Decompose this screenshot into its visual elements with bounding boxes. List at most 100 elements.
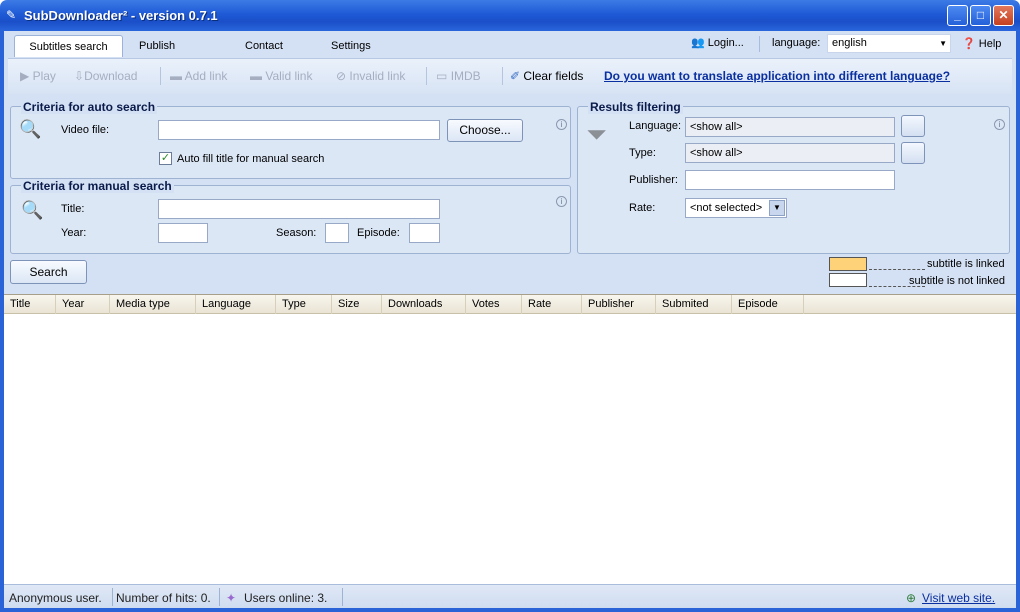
season-input[interactable]	[325, 223, 349, 243]
filter-language-button[interactable]	[901, 115, 925, 137]
eraser-icon: ✐	[510, 69, 521, 83]
toolbar-separator	[426, 67, 427, 85]
help-button[interactable]: ❓ Help	[962, 37, 1001, 50]
column-votes[interactable]: Votes	[466, 295, 522, 314]
valid-link-button[interactable]: ▬ Valid link	[250, 69, 312, 83]
invalid-link-label: Invalid link	[349, 69, 406, 83]
title-label: Title:	[61, 203, 85, 215]
help-icon: ❓	[962, 38, 976, 50]
filter-rate-select[interactable]: <not selected> ▼	[685, 198, 787, 218]
results-grid-body[interactable]	[4, 314, 1016, 584]
tab-subtitles-search[interactable]: Subtitles search	[14, 35, 123, 57]
download-button[interactable]: ⇩Download	[74, 69, 137, 83]
imdb-button[interactable]: ▭ IMDB	[436, 69, 481, 83]
info-icon[interactable]: i	[994, 119, 1005, 130]
imdb-icon: ▭	[436, 69, 448, 83]
imdb-label: IMDB	[450, 69, 481, 83]
window-title: SubDownloader² - version 0.7.1	[24, 8, 218, 23]
filter-publisher-input[interactable]	[685, 170, 895, 190]
info-icon[interactable]: i	[556, 119, 567, 130]
autofill-label: Auto fill title for manual search	[177, 153, 325, 165]
help-label: Help	[978, 38, 1002, 50]
column-title[interactable]: Title	[4, 295, 56, 314]
users-online-icon: ✦	[226, 591, 237, 605]
column-language[interactable]: Language	[196, 295, 276, 314]
linked-dash	[869, 269, 925, 270]
year-input[interactable]	[158, 223, 208, 243]
autofill-checkbox[interactable]: ✓	[159, 152, 172, 165]
user-icon: 👥	[691, 37, 705, 49]
filter-type-label: Type:	[629, 147, 656, 159]
not-linked-legend-label: subtitle is not linked	[909, 275, 1005, 287]
column-submited[interactable]: Submited	[656, 295, 732, 314]
filter-icon: ⏷	[586, 119, 607, 149]
tab-publish-subtitle[interactable]: Publish subtitle	[131, 35, 183, 74]
column-type[interactable]: Type	[276, 295, 332, 314]
results-filtering-panel: Results filtering ⏷ Language: <show all>…	[577, 100, 1010, 254]
visit-website-link[interactable]: Visit web site.	[922, 591, 995, 605]
download-icon: ⇩	[74, 69, 85, 83]
search-text-icon: 🔍	[21, 200, 44, 220]
minimize-button[interactable]: _	[947, 5, 968, 26]
chevron-down-icon: ▼	[939, 39, 947, 48]
login-label: Login...	[707, 37, 744, 49]
status-separator	[112, 588, 113, 606]
play-button[interactable]: ▶ Play	[20, 69, 56, 83]
add-link-button[interactable]: ▬ Add link	[170, 69, 227, 83]
filter-language-label: Language:	[629, 120, 681, 132]
tab-settings[interactable]: Settings	[323, 35, 379, 57]
add-link-label: Add link	[184, 69, 228, 83]
login-button[interactable]: 👥 Login...	[691, 36, 744, 49]
column-size[interactable]: Size	[332, 295, 382, 314]
invalid-link-button[interactable]: ⊘ Invalid link	[336, 69, 405, 83]
filter-language-field[interactable]: <show all>	[685, 117, 895, 137]
valid-link-label: Valid link	[265, 69, 313, 83]
header-separator	[759, 36, 760, 52]
manual-search-legend: Criteria for manual search	[21, 179, 174, 193]
not-linked-swatch	[829, 273, 867, 287]
column-rate[interactable]: Rate	[522, 295, 582, 314]
valid-link-icon: ▬	[250, 69, 262, 83]
season-label: Season:	[276, 227, 317, 239]
download-label: Download	[84, 69, 138, 83]
title-bar: ✎ SubDownloader² - version 0.7.1 _ □ ✕	[0, 0, 1020, 31]
tab-contact-us[interactable]: Contact Us	[237, 35, 291, 74]
episode-input[interactable]	[409, 223, 440, 243]
column-media-type[interactable]: Media type	[110, 295, 196, 314]
filter-publisher-label: Publisher:	[629, 174, 678, 186]
column-year[interactable]: Year	[56, 295, 110, 314]
chevron-down-icon: ▼	[769, 200, 785, 216]
toolbar-separator	[502, 67, 503, 85]
maximize-button[interactable]: □	[970, 5, 991, 26]
auto-search-panel: Criteria for auto search 🔍 Video file: C…	[10, 100, 571, 179]
choose-button[interactable]: Choose...	[447, 119, 523, 142]
search-button[interactable]: Search	[10, 260, 87, 284]
status-separator	[342, 588, 343, 606]
filter-rate-label: Rate:	[629, 202, 656, 214]
info-icon[interactable]: i	[556, 196, 567, 207]
language-select[interactable]: english ▼	[827, 34, 951, 53]
invalid-link-icon: ⊘	[336, 69, 347, 83]
close-button[interactable]: ✕	[993, 5, 1014, 26]
translate-link[interactable]: Do you want to translate application int…	[604, 69, 950, 83]
linked-swatch	[829, 257, 867, 271]
year-label: Year:	[61, 227, 87, 239]
linked-legend-label: subtitle is linked	[927, 258, 1005, 270]
video-file-label: Video file:	[61, 124, 110, 136]
column-episode[interactable]: Episode	[732, 295, 804, 314]
title-input[interactable]	[158, 199, 440, 219]
results-filtering-legend: Results filtering	[588, 100, 683, 114]
globe-icon: ⊕	[906, 591, 917, 605]
language-label: language:	[772, 37, 821, 49]
search-binary-icon: 🔍	[19, 119, 42, 139]
video-file-input[interactable]	[158, 120, 440, 140]
column-downloads[interactable]: Downloads	[382, 295, 466, 314]
status-online: Users online: 3.	[244, 591, 328, 605]
toolbar-separator	[160, 67, 161, 85]
column-publisher[interactable]: Publisher	[582, 295, 656, 314]
clear-fields-label: Clear fields	[523, 69, 584, 83]
play-label: Play	[32, 69, 56, 83]
filter-type-button[interactable]	[901, 142, 925, 164]
filter-type-field[interactable]: <show all>	[685, 143, 895, 163]
clear-fields-button[interactable]: ✐ Clear fields	[510, 69, 583, 83]
